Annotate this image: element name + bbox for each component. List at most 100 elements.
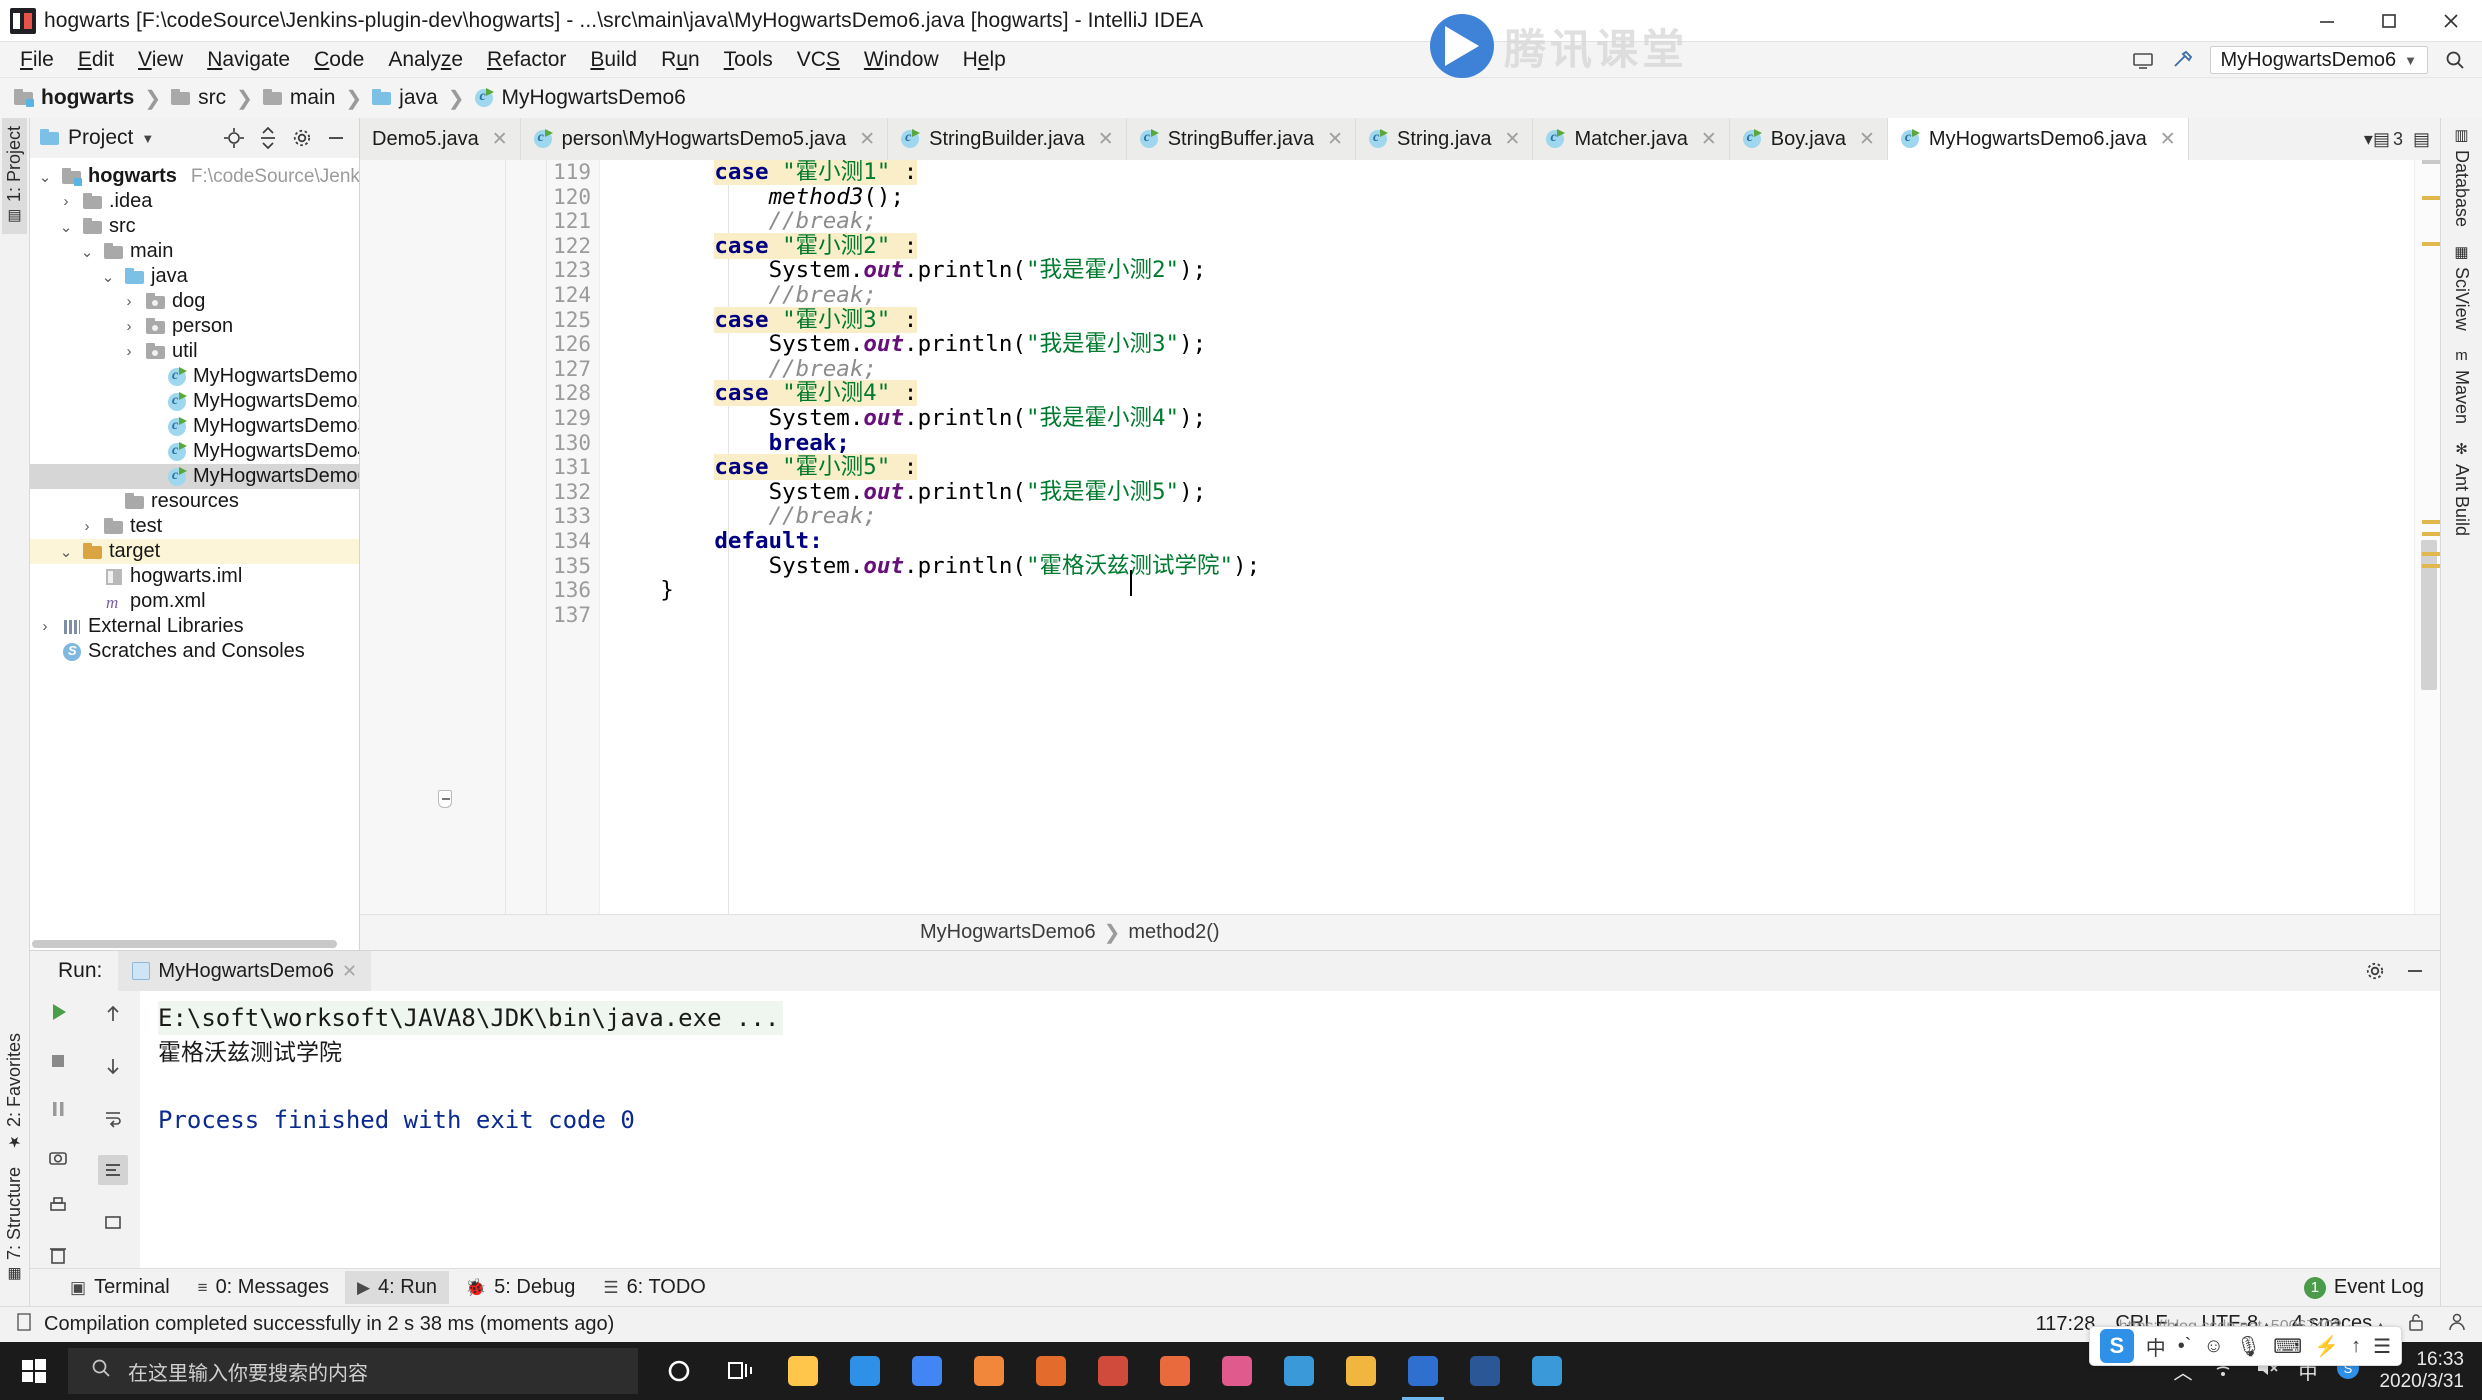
ime-tools-icon[interactable]: ⚡ [2314, 1334, 2339, 1359]
navbar-crumb-project[interactable]: hogwarts [12, 84, 136, 112]
editor-tab-boy-java[interactable]: c Boy.java ✕ [1729, 118, 1888, 160]
code-line[interactable]: case "霍小测4" : [606, 380, 2414, 407]
bottom-tab-terminal[interactable]: ▣ Terminal [58, 1271, 182, 1304]
hide-panel-icon[interactable] [2404, 960, 2426, 982]
stop-icon[interactable] [43, 1048, 73, 1075]
inspector-icon[interactable] [2446, 1311, 2468, 1339]
ime-emoji-icon[interactable]: ☺ [2203, 1335, 2223, 1358]
tree-item-main[interactable]: ⌄ main [30, 239, 359, 264]
code-line[interactable]: case "霍小测3" : [606, 306, 2414, 333]
navbar-crumb-class[interactable]: c MyHogwartsDemo6 [472, 84, 687, 112]
stacked-tabs-icon[interactable]: ▤ [2413, 129, 2430, 150]
chevron-right-icon[interactable]: › [139, 393, 161, 410]
navbar-crumb-java[interactable]: java [370, 84, 440, 112]
console-settings-icon[interactable] [98, 1207, 128, 1237]
chevron-down-icon[interactable]: ⌄ [97, 268, 119, 286]
project-tree[interactable]: ⌄ hogwarts F:\codeSource\Jenkins-plugin-de… [30, 158, 359, 937]
chevron-right-icon[interactable]: › [139, 468, 161, 485]
tree-item-myhogwartsdemo6[interactable]: › c MyHogwartsDemo6 [30, 464, 359, 489]
sidebar-item-maven[interactable]: m Maven [2449, 339, 2474, 432]
scroll-up-icon[interactable] [98, 999, 128, 1029]
taskbar-app-java-cup[interactable] [1020, 1342, 1082, 1400]
tab-list-icon[interactable]: ▾▤ 3 [2364, 129, 2403, 150]
hide-panel-icon[interactable] [325, 127, 347, 149]
editor-gutter[interactable]: 119 120 121 122 123 124 125 126 127 128 129 130 131 1… [360, 160, 600, 914]
editor-tab-overflow[interactable]: ▾▤ 3 ▤ [2353, 118, 2440, 160]
collapse-all-icon[interactable] [257, 127, 279, 149]
sidebar-item-project[interactable]: ▤ 1: Project [2, 118, 27, 235]
taskbar-app-cortana-circle[interactable] [648, 1342, 710, 1400]
soft-wrap-icon[interactable] [98, 1103, 128, 1133]
taskbar-app-v2[interactable] [1268, 1342, 1330, 1400]
taskbar-app-pdf-reader[interactable] [1082, 1342, 1144, 1400]
settings-gear-icon[interactable] [291, 127, 313, 149]
code-line[interactable]: System.out.println("霍格沃兹测试学院"); [606, 553, 2414, 579]
project-horizontal-scrollbar[interactable] [30, 937, 359, 950]
code-line[interactable]: System.out.println("我是霍小测5"); [606, 479, 2414, 505]
code-fold-icon[interactable] [438, 790, 454, 808]
sidebar-item-sciview[interactable]: ▦ SciView [2449, 235, 2474, 339]
sidebar-item-database[interactable]: ▥ Database [2449, 118, 2474, 235]
tree-item-hogwarts-iml[interactable]: › hogwarts.iml [30, 564, 359, 589]
taskbar-app-file-explorer[interactable] [772, 1342, 834, 1400]
close-icon[interactable]: ✕ [492, 128, 508, 151]
close-icon[interactable]: ✕ [2160, 128, 2176, 151]
code-content[interactable]: case "霍小测1" : method3(); //break; case "… [600, 160, 2414, 914]
scroll-down-icon[interactable] [98, 1051, 128, 1081]
chevron-right-icon[interactable]: › [139, 443, 161, 460]
chevron-right-icon[interactable]: › [118, 318, 140, 335]
code-line[interactable]: System.out.println("我是霍小测4"); [606, 406, 2414, 431]
editor-tab-demo5-java[interactable]: Demo5.java ✕ [360, 118, 521, 160]
taskbar-app-list[interactable] [648, 1342, 1578, 1400]
start-button[interactable] [0, 1342, 68, 1400]
chevron-right-icon[interactable]: › [34, 618, 56, 635]
tree-item-myhogwartsdemo2[interactable]: › c MyHogwartsDemo2 [30, 389, 359, 414]
run-configuration-tab[interactable]: MyHogwartsDemo6 ✕ [118, 951, 372, 991]
code-line[interactable] [606, 603, 2414, 628]
menu-code[interactable]: Code [302, 44, 376, 76]
tree-item-person[interactable]: › person [30, 314, 359, 339]
ime-chinese-mode[interactable]: 中 [2146, 1332, 2166, 1361]
sidebar-item-structure[interactable]: ▦ 7: Structure [2, 1159, 27, 1292]
close-icon[interactable]: ✕ [1327, 128, 1343, 151]
chevron-right-icon[interactable]: › [76, 593, 98, 610]
taskbar-search-input[interactable]: 在这里输入你要搜索的内容 [68, 1348, 638, 1394]
menu-view[interactable]: View [126, 44, 195, 76]
chevron-right-icon[interactable]: › [97, 493, 119, 510]
close-icon[interactable]: ✕ [1701, 128, 1717, 151]
close-icon[interactable]: ✕ [1505, 128, 1521, 151]
tree-item-hogwarts[interactable]: ⌄ hogwarts F:\codeSource\Jenkins-plugin-de… [30, 164, 359, 189]
tree-item-myhogwartsdemo3[interactable]: › c MyHogwartsDemo3 [30, 414, 359, 439]
taskbar-app-chrome[interactable] [896, 1342, 958, 1400]
taskbar-app-word[interactable] [1454, 1342, 1516, 1400]
bottom-tab-6-todo[interactable]: ☰ 6: TODO [591, 1271, 718, 1304]
chevron-right-icon[interactable]: › [55, 193, 77, 210]
code-line[interactable]: } [606, 578, 2414, 603]
ime-update-icon[interactable]: ↑ [2351, 1335, 2361, 1358]
unlocked-icon[interactable] [2406, 1311, 2426, 1339]
pause-icon[interactable] [43, 1096, 73, 1123]
editor-tab-stringbuffer-java[interactable]: c StringBuffer.java ✕ [1126, 118, 1357, 160]
taskbar-app-music[interactable] [1206, 1342, 1268, 1400]
bottom-tool-bar[interactable]: ▣ Terminal ≡ 0: Messages ▶ 4: Run 🐞 5: Debug ☰ 6:… [30, 1268, 2440, 1306]
tree-item-test[interactable]: › test [30, 514, 359, 539]
ime-voice-icon[interactable]: 🎙 [2236, 1334, 2261, 1359]
menu-tools[interactable]: Tools [712, 44, 785, 76]
tree-item-external-libraries[interactable]: › External Libraries [30, 614, 359, 639]
code-line[interactable]: //break; [606, 504, 2414, 529]
close-button[interactable] [2420, 0, 2482, 42]
locate-icon[interactable] [223, 127, 245, 149]
taskbar-app-store[interactable] [834, 1342, 896, 1400]
ime-keyboard-icon[interactable]: ⌨ [2273, 1334, 2302, 1359]
tree-item-dog[interactable]: › dog [30, 289, 359, 314]
code-line[interactable]: method3(); [606, 184, 2414, 210]
chevron-down-icon[interactable]: ⌄ [76, 243, 98, 261]
print-icon[interactable] [43, 1193, 73, 1220]
menu-navigate[interactable]: Navigate [195, 44, 302, 76]
run-configuration-selector[interactable]: MyHogwartsDemo6 ▼ [2209, 46, 2428, 74]
menu-analyze[interactable]: Analyze [376, 44, 475, 76]
editor-tab-myhogwartsdemo6-java[interactable]: c MyHogwartsDemo6.java ✕ [1887, 118, 2189, 160]
menu-edit[interactable]: Edit [66, 44, 126, 76]
sogou-ime-toolbar[interactable]: S 中 •` ☺ 🎙 ⌨ ⚡ ↑ ☰ [2088, 1326, 2402, 1366]
maximize-button[interactable] [2358, 0, 2420, 42]
